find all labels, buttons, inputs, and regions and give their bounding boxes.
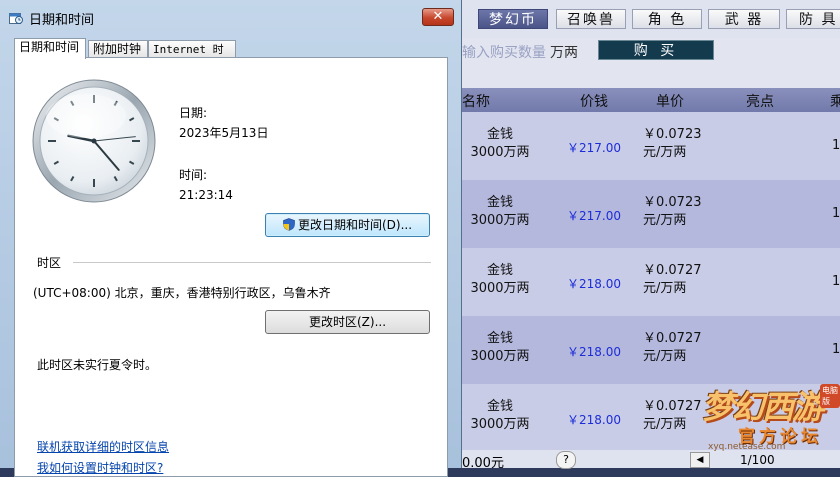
buy-button[interactable]: 购 买	[598, 40, 714, 60]
item-name: 金钱 3000万两	[470, 331, 530, 364]
item-price: ￥218.00	[567, 345, 621, 359]
tab-additional-clocks[interactable]: 附加时钟	[88, 40, 148, 58]
item-name: 金钱 3000万两	[470, 195, 530, 228]
change-date-time-button[interactable]: 更改日期和时间(D)...	[265, 213, 430, 237]
column-header-cut: 乘	[830, 94, 840, 110]
row-edge-mark: 1	[832, 206, 840, 221]
close-button[interactable]: ✕	[422, 8, 454, 26]
tab-date-and-time[interactable]: 日期和时间	[14, 38, 86, 59]
total-amount: 0.00元	[462, 456, 504, 471]
time-label: 时间:	[179, 168, 208, 182]
timezone-info-link[interactable]: 联机获取详细的时区信息	[37, 438, 169, 455]
item-price: ￥218.00	[567, 413, 621, 427]
quantity-input[interactable]: 输入购买数量	[462, 42, 546, 62]
row-edge-mark: 1	[832, 274, 840, 289]
date-label: 日期:	[179, 106, 208, 120]
item-name: 金钱 3000万两	[470, 127, 530, 160]
uac-shield-icon	[283, 218, 295, 231]
item-unit-price: ￥0.0723 元/万两	[643, 195, 702, 228]
item-name: 金钱 3000万两	[470, 263, 530, 296]
watermark-badge: 电脑版	[820, 384, 840, 408]
time-value: 21:23:14	[179, 188, 233, 202]
item-unit-price: ￥0.0727 元/万两	[643, 331, 702, 364]
date-value: 2023年5月13日	[179, 126, 269, 140]
item-price: ￥218.00	[567, 277, 621, 291]
item-unit-price: ￥0.0723 元/万两	[643, 127, 702, 160]
column-header-unit-price[interactable]: 单价	[656, 91, 684, 111]
column-header-name[interactable]: 名称	[462, 91, 490, 111]
item-name: 金钱 3000万两	[470, 399, 530, 432]
timezone-value: (UTC+08:00) 北京，重庆，香港特别行政区，乌鲁木齐	[33, 286, 331, 300]
column-header-price[interactable]: 价钱	[580, 91, 608, 111]
change-timezone-button[interactable]: 更改时区(Z)...	[265, 310, 430, 334]
analog-clock-icon	[32, 79, 156, 203]
page-indicator: 1/100	[740, 453, 775, 467]
game-logo-watermark: 梦幻西游 官方论坛 xyq.netease.com 电脑版	[698, 382, 840, 452]
watermark-url: xyq.netease.com	[708, 442, 786, 452]
dst-note: 此时区未实行夏令时。	[37, 358, 158, 372]
tab-armor[interactable]: 防 具	[786, 9, 840, 29]
tab-currency[interactable]: 梦幻币	[478, 9, 548, 29]
date-time-dialog: 日期和时间 ✕ 日期和时间 附加时钟 Internet 时间	[0, 0, 462, 477]
tab-weapons[interactable]: 武 器	[708, 9, 780, 29]
previous-page-button[interactable]: ◀	[690, 452, 710, 468]
item-unit-price: ￥0.0727 元/万两	[643, 263, 702, 296]
timezone-heading: 时区	[37, 256, 62, 270]
dialog-title: 日期和时间	[29, 13, 95, 28]
item-price: ￥217.00	[567, 209, 621, 223]
calendar-clock-icon	[9, 13, 23, 24]
column-header-highlights: 亮点	[746, 94, 774, 110]
tab-internet-time[interactable]: Internet 时间	[148, 40, 236, 73]
quantity-unit: 万两	[550, 45, 578, 61]
change-date-time-label: 更改日期和时间(D)...	[297, 218, 413, 232]
row-edge-mark: 1	[832, 342, 840, 357]
tab-pets[interactable]: 召唤兽	[556, 9, 626, 29]
timezone-divider	[73, 262, 431, 263]
tab-characters[interactable]: 角 色	[632, 9, 702, 29]
item-price: ￥217.00	[567, 141, 621, 155]
help-icon[interactable]: ?	[556, 451, 576, 469]
row-edge-mark: 1	[832, 138, 840, 153]
dialog-panel: 日期: 2023年5月13日 时间: 21:23:14 更改日期和时间(D)..…	[14, 57, 448, 477]
dialog-titlebar[interactable]: 日期和时间 ✕	[0, 0, 462, 34]
